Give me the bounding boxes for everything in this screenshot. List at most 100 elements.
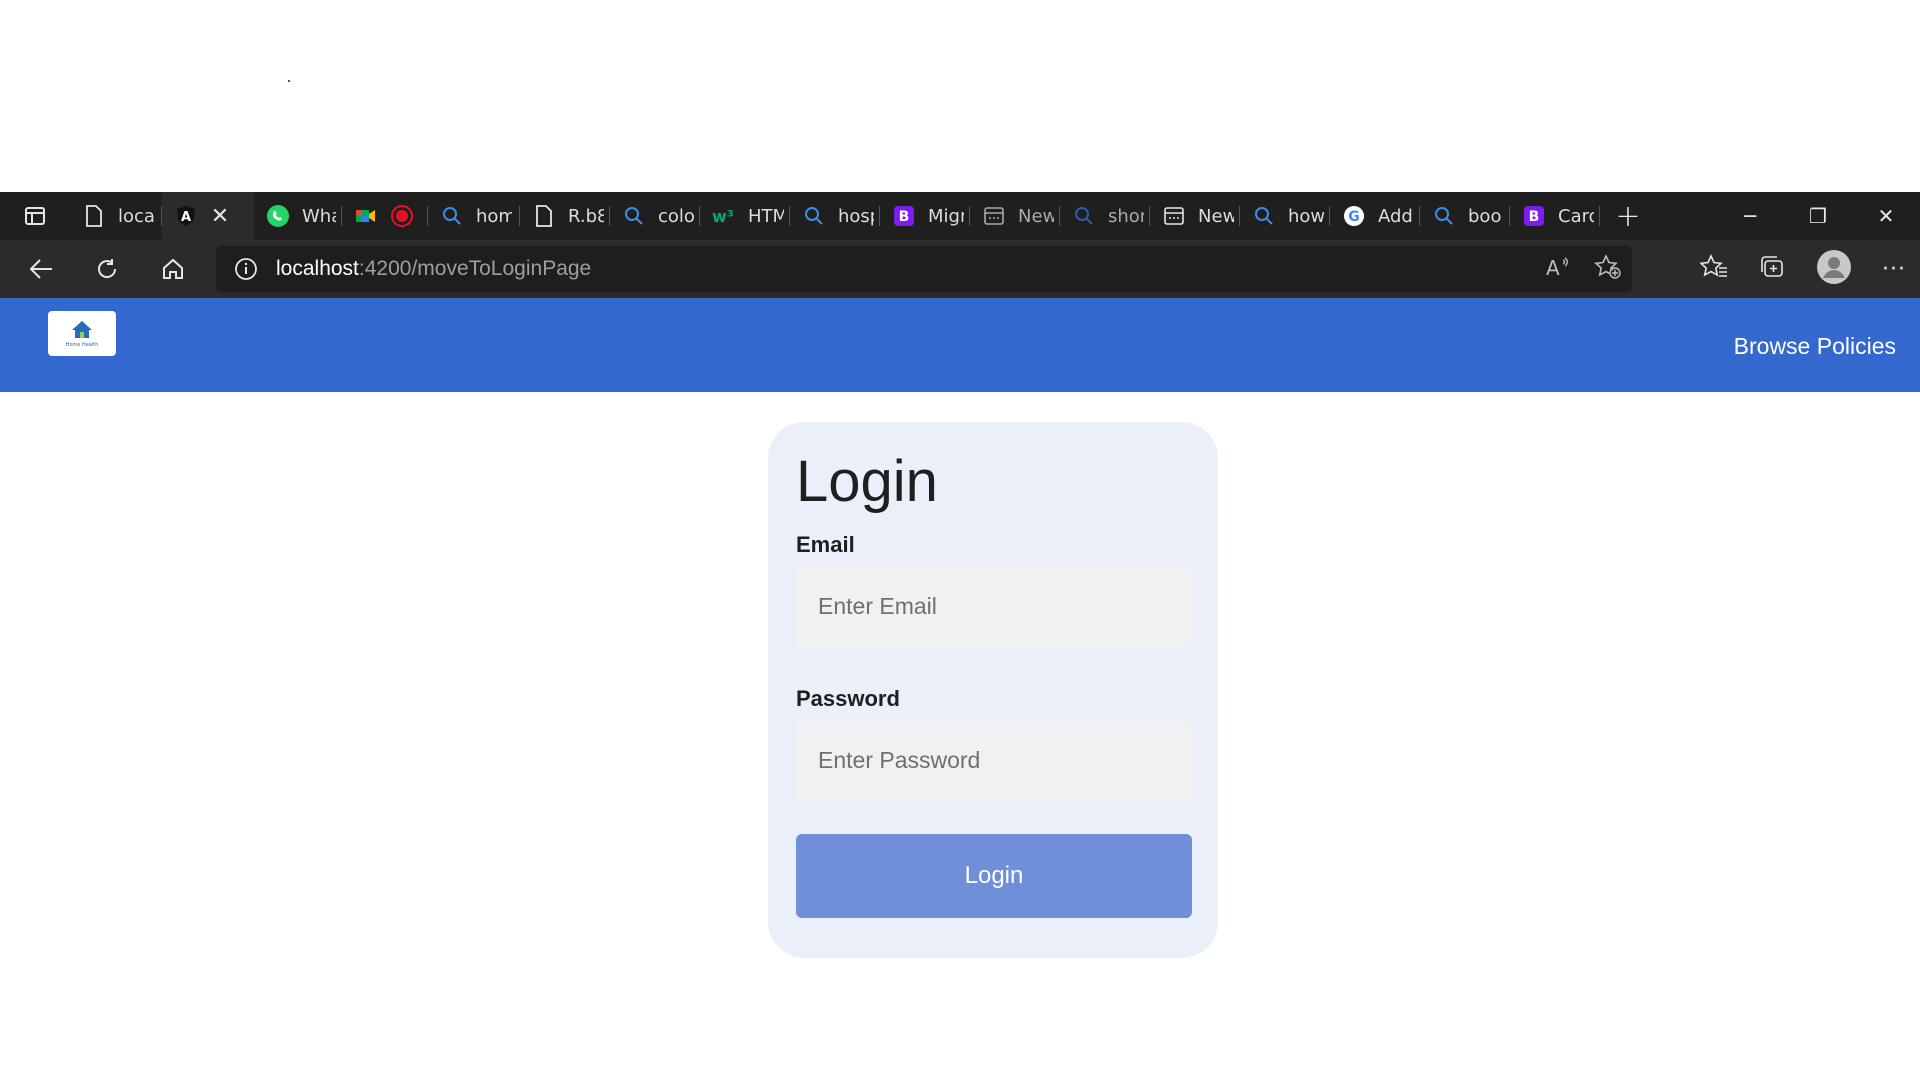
house-logo-icon [72,320,92,338]
search-icon [1432,204,1456,228]
login-title: Login [796,449,938,514]
refresh-button[interactable] [74,240,140,298]
search-icon [622,204,646,228]
login-button[interactable]: Login [796,833,1192,918]
email-field[interactable] [796,567,1192,646]
recording-icon [390,204,414,228]
tab-label: hosp [838,205,874,227]
favorites-button[interactable] [1699,254,1728,284]
window-controls: ─ ❐ ✕ [1716,192,1920,240]
add-favorite-button[interactable] [1594,254,1622,284]
tab-search-color[interactable]: color [610,192,700,240]
tab-w3schools[interactable]: w³ HTML [700,192,790,240]
url-path: :4200/moveToLoginPage [358,257,592,280]
avatar-icon [1817,250,1852,284]
svg-text:B: B [1529,209,1540,225]
minimize-icon: ─ [1743,204,1757,228]
browser-toolbar-right: ··· [1699,240,1906,298]
tab-localhost[interactable]: localhost [70,192,162,240]
tab-newtab-1[interactable]: New [970,192,1060,240]
tab-search-hosp[interactable]: hosp [790,192,880,240]
tab-label: boo [1468,205,1502,227]
search-icon [802,204,826,228]
bootstrap-icon: B [892,204,916,228]
url-host: localhost [276,257,359,280]
tab-newtab-2[interactable]: New [1150,192,1240,240]
svg-text:G: G [1348,209,1360,225]
site-info-button[interactable] [216,257,276,281]
stray-pixel [288,80,290,82]
tab-search-home[interactable]: home [428,192,520,240]
password-label: Password [796,685,900,711]
tab-label: Card [1558,205,1594,227]
browse-policies-link[interactable]: Browse Policies [1734,333,1896,360]
tab-active-angular[interactable]: A ✕ [162,192,254,240]
new-tab-button[interactable]: + [1600,192,1656,240]
newtab-icon [1162,204,1186,228]
login-card: Login Email Password Login [768,422,1218,958]
home-icon [163,258,183,279]
sidebar-toggle-icon [25,207,45,225]
tab-actions-button[interactable] [0,192,70,240]
collections-button[interactable] [1758,254,1786,284]
logo-text: Home Health [65,341,99,348]
tab-google-add[interactable]: G Add [1330,192,1420,240]
tab-label: R.b8 [568,205,604,227]
app-navbar: Home Health Browse Policies [0,298,1920,392]
tab-label: home [476,205,512,227]
read-aloud-icon: A [1546,256,1568,280]
collections-icon [1761,256,1783,277]
tab-search-shor[interactable]: shor [1060,192,1150,240]
page-icon [532,204,556,228]
svg-text:A: A [1546,256,1560,279]
browser-toolbar: localhost:4200/moveToLoginPage A ··· [0,240,1920,298]
svg-text:A: A [181,210,191,225]
refresh-icon [98,259,117,278]
angular-icon: A [174,204,198,228]
url-text[interactable]: localhost:4200/moveToLoginPage [276,257,591,281]
password-field[interactable] [796,721,1192,800]
svg-text:w³: w³ [712,207,734,226]
address-bar[interactable]: localhost:4200/moveToLoginPage A [216,246,1632,292]
home-button[interactable] [140,240,206,298]
restore-button[interactable]: ❐ [1784,192,1852,240]
favorites-icon [1699,254,1728,277]
minimize-button[interactable]: ─ [1716,192,1784,240]
whatsapp-icon [266,204,290,228]
close-window-button[interactable]: ✕ [1852,192,1920,240]
tab-bootstrap-migr[interactable]: B Migr [880,192,970,240]
tab-label: Migr [928,205,964,227]
search-icon [1072,204,1096,228]
more-icon: ··· [1882,256,1906,282]
tab-whatsapp[interactable]: WhatsApp [254,192,342,240]
tab-label: New [1018,205,1054,227]
w3schools-icon: w³ [712,204,736,228]
tab-search-how[interactable]: how [1240,192,1330,240]
tab-label: New [1198,205,1234,227]
read-aloud-button[interactable]: A [1546,255,1572,283]
tab-label: localhost [118,205,154,227]
tab-label: Add [1378,205,1413,227]
app-logo[interactable]: Home Health [48,311,116,356]
profile-button[interactable] [1816,249,1852,289]
plus-icon: + [1615,198,1641,234]
tab-meet[interactable] [342,192,428,240]
tab-search-boo[interactable]: boo [1420,192,1510,240]
google-icon: G [1342,204,1366,228]
tab-label: color [658,205,694,227]
tab-label: shor [1108,205,1144,227]
tab-label: WhatsApp [302,205,336,227]
back-button[interactable] [8,240,74,298]
bootstrap-icon: B [1522,204,1546,228]
tab-label: how [1288,205,1324,227]
page-icon [82,204,106,228]
star-add-icon [1594,254,1621,279]
close-tab-icon[interactable]: ✕ [210,204,230,229]
browser-tab-strip: localhost A ✕ WhatsApp home R.b8 color w… [0,192,1920,240]
tab-rb8[interactable]: R.b8 [520,192,610,240]
settings-more-button[interactable]: ··· [1882,257,1906,282]
tab-bootstrap-card[interactable]: B Card [1510,192,1600,240]
meet-icon [354,204,378,228]
restore-icon: ❐ [1809,204,1827,228]
address-bar-actions: A [1546,246,1622,292]
